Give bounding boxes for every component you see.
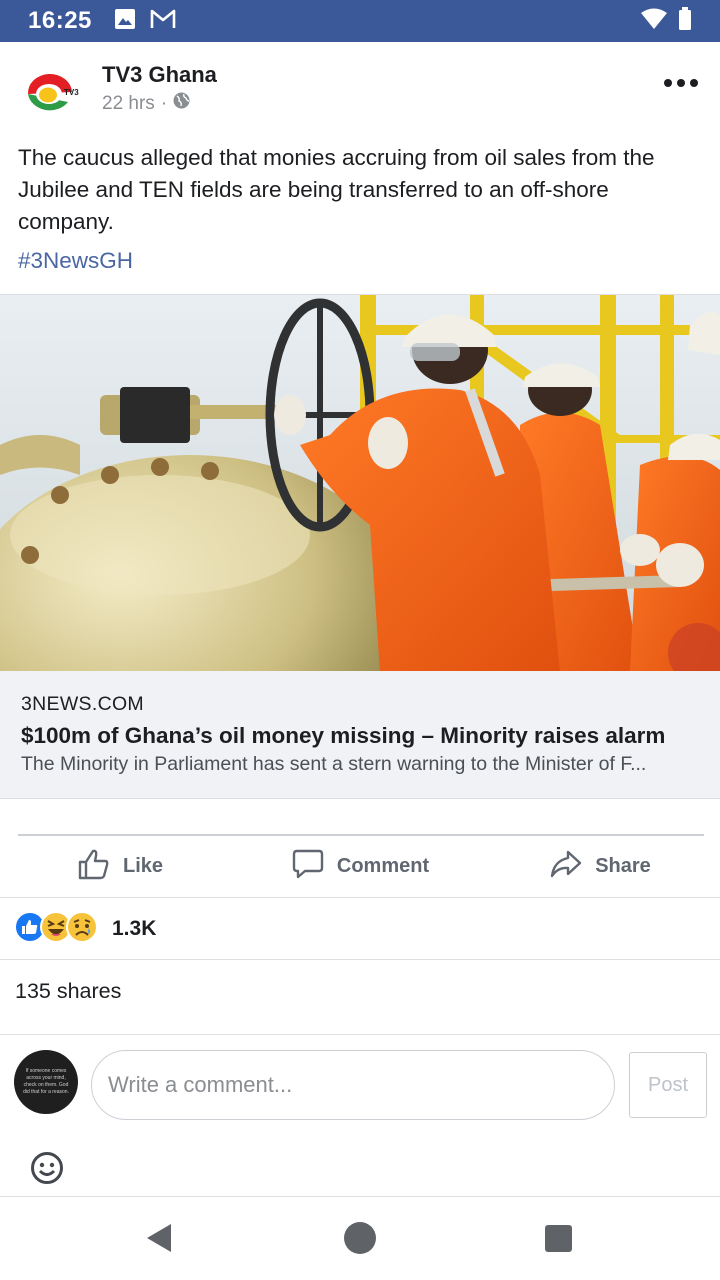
thumbs-up-icon bbox=[77, 847, 111, 887]
like-reaction-icon bbox=[14, 910, 46, 948]
hashtag-link[interactable]: #3NewsGH bbox=[18, 248, 133, 274]
shares-row[interactable]: 135 shares bbox=[0, 961, 720, 1035]
user-avatar: If someone comes across your mind, check… bbox=[14, 1050, 78, 1114]
page-name[interactable]: TV3 Ghana bbox=[102, 62, 217, 88]
status-bar: 16:25 bbox=[0, 0, 720, 42]
gmail-icon bbox=[150, 8, 176, 35]
like-label: Like bbox=[122, 855, 164, 877]
post-text: The caucus alleged that monies accruing … bbox=[18, 145, 655, 234]
post-time[interactable]: 22 hrs bbox=[102, 93, 155, 115]
link-preview[interactable]: 3NEWS.COM $100m of Ghana’s oil money mis… bbox=[0, 671, 720, 799]
emoji-icon[interactable] bbox=[30, 1151, 64, 1185]
image-icon bbox=[114, 8, 136, 35]
link-domain: 3NEWS.COM bbox=[21, 693, 144, 715]
share-icon bbox=[549, 847, 583, 887]
sad-reaction-icon bbox=[66, 910, 98, 948]
comment-input[interactable] bbox=[91, 1050, 615, 1120]
globe-icon bbox=[173, 92, 190, 115]
action-bar: Like Comment Share bbox=[0, 836, 720, 898]
shares-count: 135 shares bbox=[15, 979, 122, 1003]
more-options-button[interactable] bbox=[664, 72, 698, 94]
post-comment-button[interactable]: Post bbox=[629, 1052, 707, 1118]
dot bbox=[677, 79, 685, 87]
post-header: TV3 TV3 Ghana 22 hrs · bbox=[0, 42, 720, 134]
link-title: $100m of Ghana’s oil money missing – Min… bbox=[21, 723, 666, 748]
haha-reaction-icon bbox=[40, 910, 72, 948]
back-icon[interactable] bbox=[146, 1223, 172, 1258]
comment-label: Comment bbox=[336, 855, 430, 877]
avatar-text: If someone comes across your mind, check… bbox=[23, 1068, 69, 1095]
link-description: The Minority in Parliament has sent a st… bbox=[21, 753, 647, 775]
meta-separator: · bbox=[160, 92, 168, 114]
share-button[interactable]: Share bbox=[480, 836, 720, 897]
recents-icon[interactable] bbox=[545, 1225, 572, 1252]
link-preview-image[interactable] bbox=[0, 294, 720, 671]
comment-button[interactable]: Comment bbox=[240, 836, 480, 897]
battery-icon bbox=[678, 6, 692, 36]
like-button[interactable]: Like bbox=[0, 836, 240, 897]
comment-icon bbox=[291, 847, 325, 887]
status-time: 16:25 bbox=[28, 7, 92, 34]
logo-text: TV3 bbox=[64, 88, 79, 97]
system-nav-bar bbox=[0, 1197, 720, 1280]
share-label: Share bbox=[595, 855, 651, 877]
reaction-count: 1.3K bbox=[112, 917, 157, 940]
post-meta: 22 hrs · bbox=[102, 92, 190, 115]
tv3-logo[interactable]: TV3 bbox=[22, 64, 84, 126]
home-icon[interactable] bbox=[344, 1222, 376, 1254]
wifi-icon bbox=[640, 8, 668, 35]
reactions-row[interactable]: 1.3K bbox=[0, 899, 720, 960]
dot bbox=[664, 79, 672, 87]
dot bbox=[690, 79, 698, 87]
reaction-icons bbox=[14, 910, 98, 948]
